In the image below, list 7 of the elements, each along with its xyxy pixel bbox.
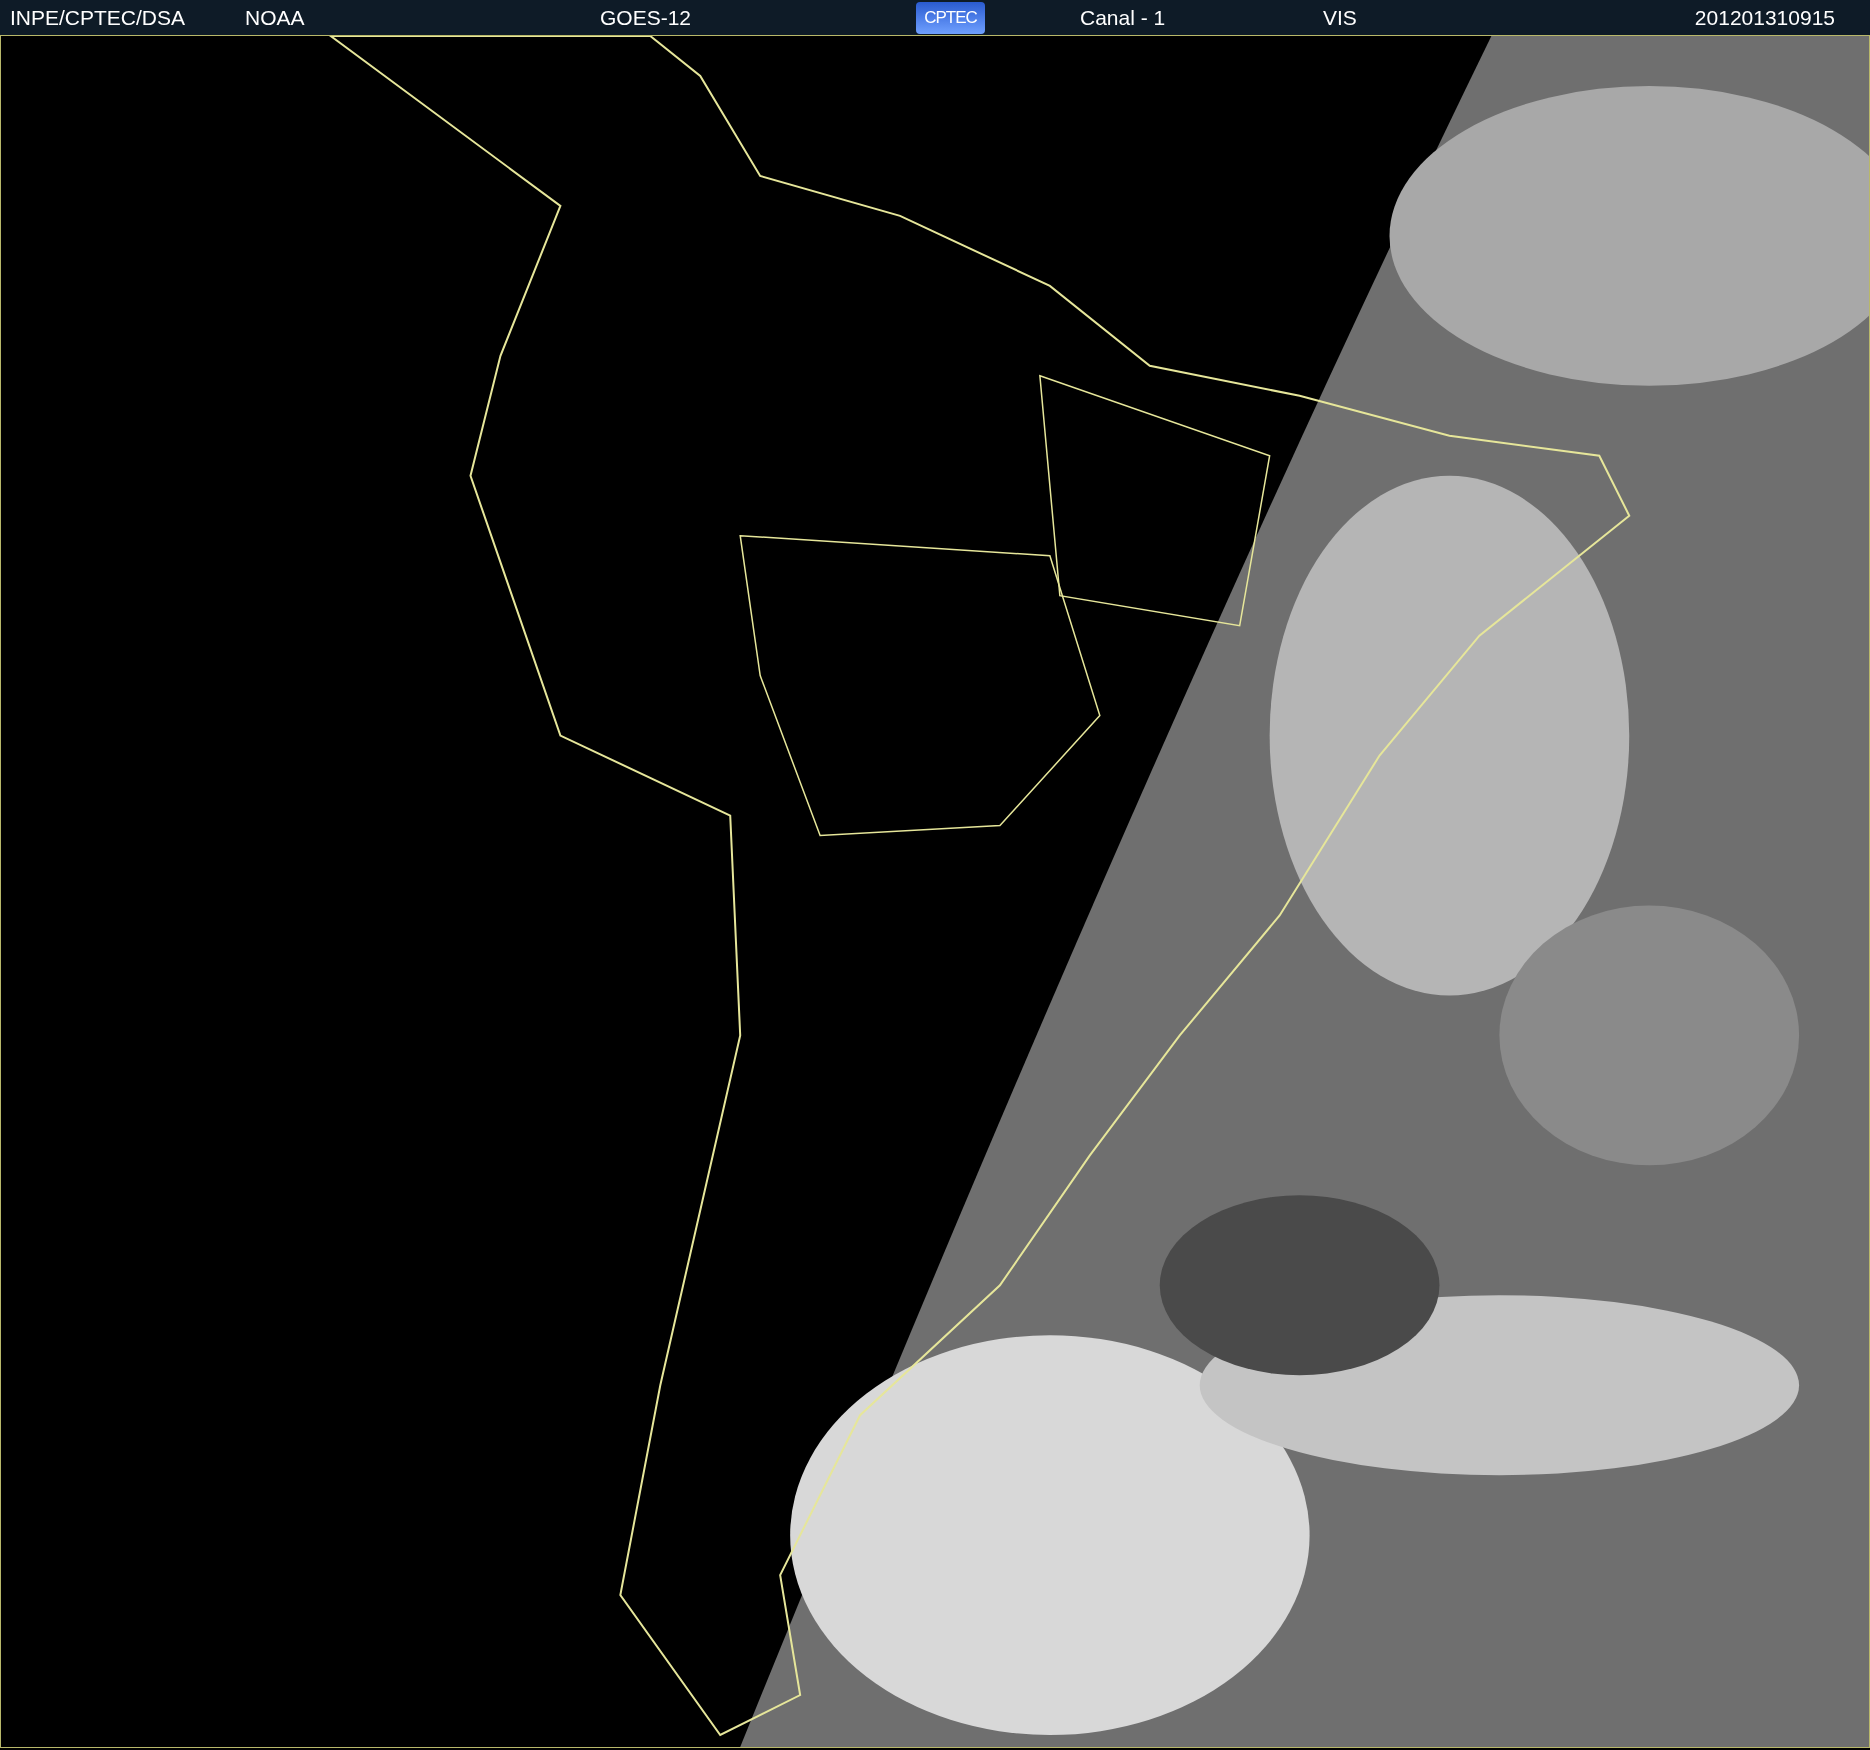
source-label: INPE/CPTEC/DSA <box>10 5 187 30</box>
band-label: VIS <box>1323 5 1357 30</box>
channel-label: Canal - 1 <box>1080 5 1167 30</box>
agency-label: NOAA <box>245 5 306 30</box>
logo: CPTEC <box>916 1 985 34</box>
timestamp: 201201310915 <box>1694 5 1835 30</box>
satellite-label: GOES-12 <box>600 5 693 30</box>
